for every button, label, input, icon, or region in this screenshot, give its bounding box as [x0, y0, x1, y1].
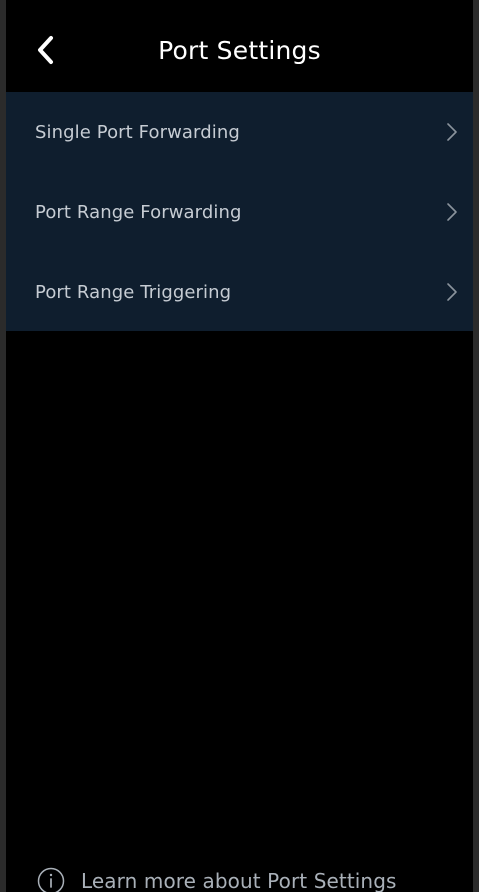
chevron-right-icon	[445, 122, 459, 142]
port-settings-menu: Single Port Forwarding Port Range Forwar…	[6, 92, 473, 331]
learn-more-text: Learn more about Port Settings	[81, 869, 397, 892]
header-bar: Port Settings	[6, 0, 473, 92]
menu-item-port-range-triggering[interactable]: Port Range Triggering	[6, 252, 473, 332]
chevron-right-icon	[445, 282, 459, 302]
chevron-right-icon	[445, 202, 459, 222]
menu-item-label: Port Range Forwarding	[35, 201, 242, 223]
menu-item-label: Port Range Triggering	[35, 281, 232, 303]
menu-item-single-port-forwarding[interactable]: Single Port Forwarding	[6, 92, 473, 172]
port-settings-screen: Port Settings Single Port Forwarding Por…	[0, 0, 479, 892]
frame-edge-right	[473, 0, 479, 892]
page-title: Port Settings	[158, 36, 321, 65]
menu-item-port-range-forwarding[interactable]: Port Range Forwarding	[6, 172, 473, 252]
learn-more-link[interactable]: Learn more about Port Settings	[37, 866, 397, 892]
info-icon	[37, 867, 65, 892]
menu-item-label: Single Port Forwarding	[35, 121, 240, 143]
